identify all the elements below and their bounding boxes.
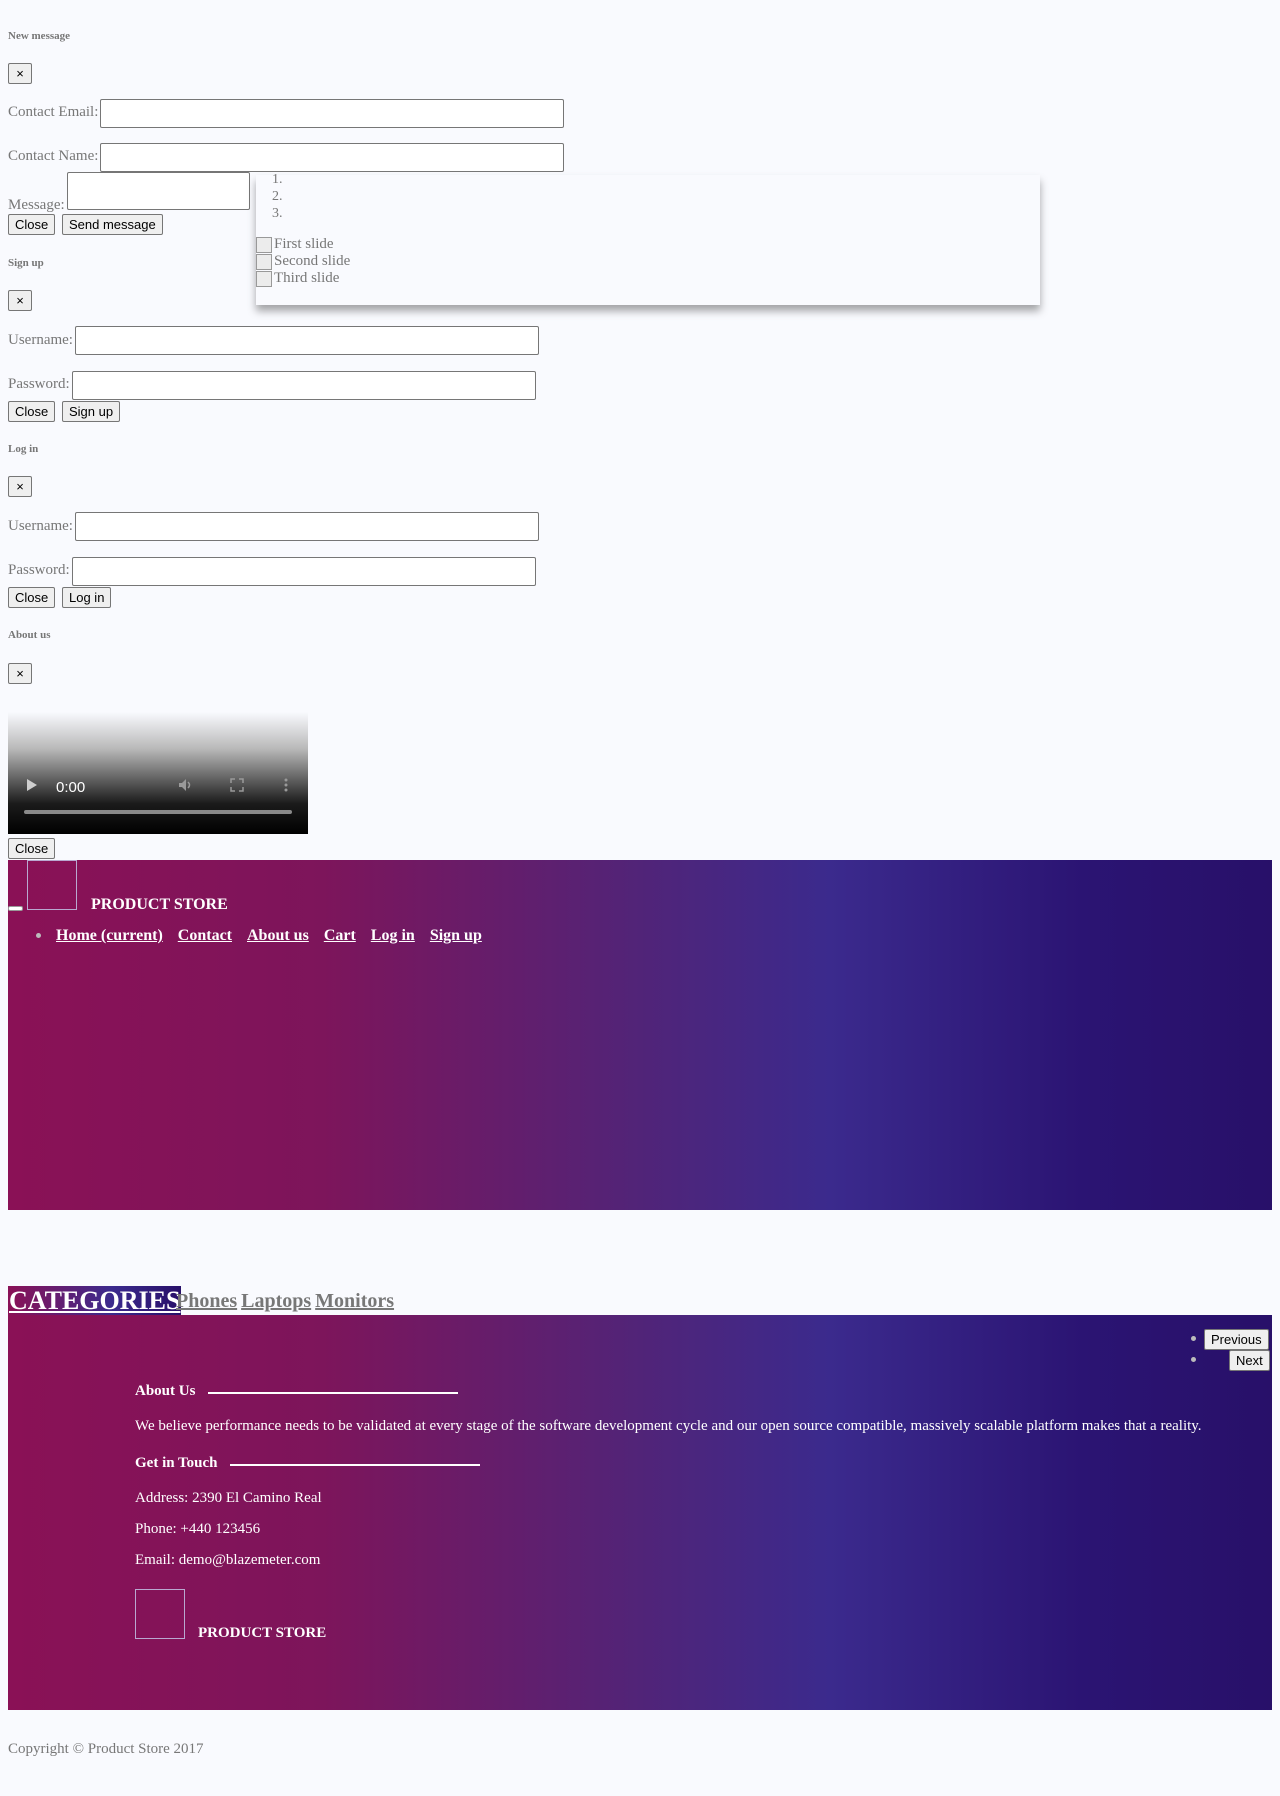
contact-name-label: Contact Name:: [8, 148, 99, 164]
footer-block: Previous Next About Us We believe perfor…: [8, 1315, 1272, 1710]
navbar-brand[interactable]: PRODUCT STORE: [91, 896, 228, 914]
carousel-indicator[interactable]: 3.: [272, 206, 283, 222]
footer-about-title: About Us: [135, 1383, 196, 1399]
slide-alt-text: First slide: [274, 236, 334, 252]
footer-contact-title: Get in Touch: [135, 1455, 218, 1471]
category-list: Phones Laptops Monitors: [176, 1290, 394, 1313]
signup-username-input[interactable]: [75, 326, 539, 355]
footer-brand: PRODUCT STORE: [198, 1625, 327, 1641]
about-close-x-button[interactable]: ×: [8, 663, 32, 684]
footer-contact-divider: [230, 1464, 480, 1466]
volume-icon[interactable]: [178, 778, 194, 796]
nav-cart[interactable]: Cart: [324, 927, 356, 945]
carousel-control-bullet: [1191, 1357, 1196, 1362]
navbar-toggler-button[interactable]: [8, 906, 23, 911]
video-time: 0:00: [56, 779, 86, 796]
nav-login[interactable]: Log in: [371, 927, 415, 945]
nav-about[interactable]: About us: [247, 927, 309, 945]
message-label: Message:: [8, 197, 65, 213]
footer-about-text: We believe performance needs to be valid…: [135, 1418, 1202, 1434]
category-phones[interactable]: Phones: [176, 1290, 237, 1313]
carousel-previous-button[interactable]: Previous: [1204, 1329, 1269, 1350]
new-message-title: New message: [8, 30, 71, 42]
new-message-close-x-button[interactable]: ×: [8, 63, 32, 84]
navbar-links: Home (current) Contact About us Cart Log…: [56, 927, 482, 945]
carousel-next-button[interactable]: Next: [1229, 1350, 1270, 1371]
carousel-slide-image: First slide: [256, 236, 334, 253]
slide-alt-text: Second slide: [274, 253, 351, 269]
footer-logo: [135, 1589, 185, 1639]
login-submit-button[interactable]: Log in: [62, 587, 112, 608]
carousel-indicator[interactable]: 2.: [272, 189, 283, 205]
signup-submit-button[interactable]: Sign up: [62, 401, 121, 422]
about-close-button[interactable]: Close: [8, 838, 56, 859]
nav-contact[interactable]: Contact: [178, 927, 232, 945]
slide-alt-text: Third slide: [274, 270, 340, 286]
login-close-x-button[interactable]: ×: [8, 476, 32, 497]
message-textarea[interactable]: [67, 172, 250, 210]
login-close-button[interactable]: Close: [8, 587, 56, 608]
navbar-hero: PRODUCT STORE Home (current) Contact Abo…: [8, 860, 1272, 1210]
carousel-slide-image: Second slide: [256, 253, 350, 270]
contact-name-input[interactable]: [100, 143, 564, 172]
send-message-button[interactable]: Send message: [62, 214, 163, 235]
signup-password-input[interactable]: [72, 371, 536, 400]
categories-heading[interactable]: CATEGORIES: [8, 1286, 182, 1316]
signup-username-label: Username:: [8, 332, 73, 348]
login-username-label: Username:: [8, 518, 73, 534]
nav-bullet: [36, 933, 41, 938]
login-password-input[interactable]: [72, 557, 536, 586]
footer-about-divider: [208, 1392, 458, 1394]
about-title: About us: [8, 629, 51, 641]
play-icon[interactable]: [26, 778, 38, 796]
fullscreen-icon[interactable]: [230, 778, 244, 796]
store-logo: [27, 860, 77, 910]
login-username-input[interactable]: [75, 512, 539, 541]
carousel-slide-image: Third slide: [256, 270, 339, 287]
carousel-indicator[interactable]: 1.: [272, 172, 283, 188]
signup-close-button[interactable]: Close: [8, 401, 56, 422]
signup-title: Sign up: [8, 257, 44, 269]
signup-close-x-button[interactable]: ×: [8, 290, 32, 311]
category-monitors[interactable]: Monitors: [315, 1290, 394, 1313]
about-video-player[interactable]: 0:00: [8, 712, 308, 834]
login-title: Log in: [8, 443, 39, 455]
footer-email: Email: demo@blazemeter.com: [135, 1552, 321, 1568]
nav-home[interactable]: Home (current): [56, 927, 163, 945]
footer-address: Address: 2390 El Camino Real: [135, 1490, 322, 1506]
video-progress-bar[interactable]: [24, 810, 292, 814]
contact-email-label: Contact Email:: [8, 104, 99, 120]
login-password-label: Password:: [8, 562, 70, 578]
broken-image-icon: [256, 270, 272, 287]
carousel: 1. 2. 3. First slide Second slide Third …: [256, 172, 1040, 305]
contact-email-input[interactable]: [100, 99, 564, 128]
signup-password-label: Password:: [8, 376, 70, 392]
broken-image-icon: [256, 236, 272, 253]
carousel-control-bullet: [1191, 1336, 1196, 1341]
new-message-close-button[interactable]: Close: [8, 214, 56, 235]
nav-signup[interactable]: Sign up: [430, 927, 482, 945]
category-laptops[interactable]: Laptops: [241, 1290, 311, 1313]
broken-image-icon: [256, 253, 272, 270]
copyright-text: Copyright © Product Store 2017: [8, 1741, 204, 1757]
footer-phone: Phone: +440 123456: [135, 1521, 261, 1537]
more-vertical-icon[interactable]: [284, 778, 288, 796]
